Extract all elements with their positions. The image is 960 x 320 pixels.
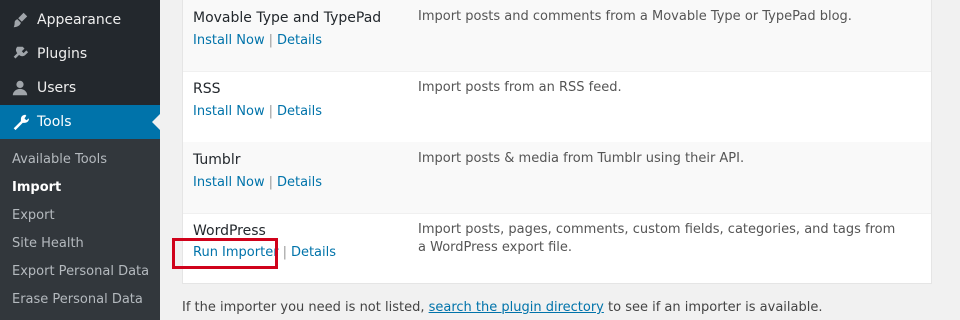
submenu-item-erase-personal-data[interactable]: Erase Personal Data (12, 292, 143, 307)
importers-table: Movable Type and TypePad Install Now | Det… (182, 0, 932, 284)
user-icon (10, 78, 30, 98)
run-importer-highlight (172, 238, 278, 269)
install-now-link[interactable]: Install Now (193, 104, 265, 119)
details-link[interactable]: Details (277, 33, 322, 48)
importer-title: WordPress (193, 223, 266, 239)
submenu-item-import[interactable]: Import (12, 180, 61, 195)
menu-item-plugins[interactable]: Plugins (0, 37, 160, 71)
menu-label: Users (37, 80, 77, 96)
submenu-item-site-health[interactable]: Site Health (12, 236, 84, 251)
details-link[interactable]: Details (277, 104, 322, 119)
table-row: Tumblr Install Now | Details Import posts … (183, 142, 931, 214)
importer-title: Tumblr (193, 152, 241, 168)
paintbrush-icon (10, 10, 30, 30)
details-link[interactable]: Details (277, 175, 322, 190)
separator: | (268, 104, 273, 119)
tools-submenu: Available Tools Import Export Site Healt… (0, 139, 160, 320)
footer-text-after: to see if an importer is available. (603, 300, 823, 315)
row-actions: Install Now | Details (193, 104, 322, 119)
wrench-icon (10, 112, 30, 132)
importer-description: Import posts, pages, comments, custom fi… (418, 222, 896, 255)
importer-description: Import posts and comments from a Movable… (418, 9, 852, 24)
plugin-icon (10, 44, 30, 64)
admin-sidebar: Appearance Plugins Users Tools Available… (0, 0, 160, 320)
plugin-directory-link[interactable]: search the plugin directory (429, 300, 604, 315)
submenu-item-available-tools[interactable]: Available Tools (12, 152, 107, 167)
importer-description: Import posts from an RSS feed. (418, 80, 622, 95)
submenu-item-export-personal-data[interactable]: Export Personal Data (12, 264, 149, 279)
separator: | (282, 245, 287, 260)
menu-label: Plugins (37, 46, 88, 62)
install-now-link[interactable]: Install Now (193, 33, 265, 48)
importer-title: RSS (193, 81, 221, 97)
menu-label: Tools (37, 114, 72, 130)
separator: | (268, 33, 273, 48)
menu-item-tools[interactable]: Tools (0, 105, 160, 139)
details-link[interactable]: Details (291, 245, 336, 260)
separator: | (268, 175, 273, 190)
menu-item-users[interactable]: Users (0, 71, 160, 105)
row-actions: Install Now | Details (193, 175, 322, 190)
current-menu-arrow (152, 114, 160, 130)
row-actions: Install Now | Details (193, 33, 322, 48)
submenu-item-export[interactable]: Export (12, 208, 55, 223)
menu-item-appearance[interactable]: Appearance (0, 3, 160, 37)
table-row: Movable Type and TypePad Install Now | Det… (183, 0, 931, 72)
footer-note: If the importer you need is not listed, … (182, 300, 822, 315)
menu-label: Appearance (37, 12, 122, 28)
importer-description: Import posts & media from Tumblr using t… (418, 151, 745, 166)
install-now-link[interactable]: Install Now (193, 175, 265, 190)
importer-title: Movable Type and TypePad (193, 10, 382, 26)
footer-text-before: If the importer you need is not listed, (182, 300, 429, 315)
table-row: WordPress Run Importer | Details Import po… (183, 213, 931, 284)
table-row: RSS Install Now | Details Import posts fro… (183, 71, 931, 143)
